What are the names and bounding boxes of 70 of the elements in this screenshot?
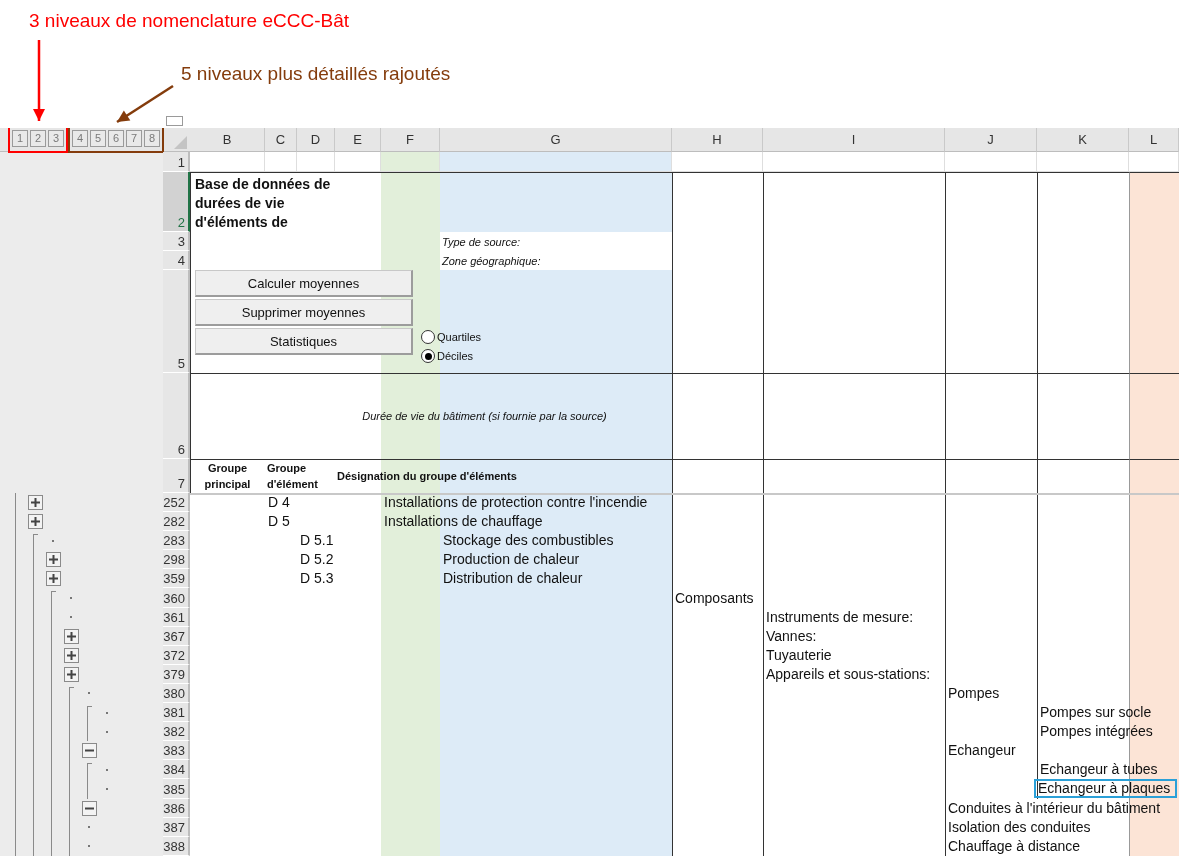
row-number[interactable]: 298 <box>163 550 190 570</box>
empty-cell <box>381 152 440 172</box>
column-title: Groupe d'élément <box>266 461 319 492</box>
table-cell-text: D 5.1 <box>299 532 334 550</box>
table-cell-text: Installations de protection contre l'incendie <box>383 494 648 512</box>
row-number[interactable]: 6 <box>163 373 190 459</box>
empty-cell <box>1129 152 1179 172</box>
table-cell-text: Production de chaleur <box>442 551 580 569</box>
plus-icon <box>66 631 76 641</box>
table-cell-text: Pompes <box>947 685 1000 702</box>
row-number[interactable]: 4 <box>163 251 190 270</box>
radio-option[interactable]: Déciles <box>421 349 474 363</box>
row-number[interactable]: 252 <box>163 493 190 513</box>
annotation-text: 5 niveaux plus détaillés rajoutés <box>181 63 451 85</box>
table-cell-text: Pompes intégrées <box>1039 723 1153 741</box>
plus-icon <box>48 555 58 565</box>
table-cell-text: Installations de chauffage <box>383 513 543 531</box>
table-cell-text: Composants <box>674 589 754 607</box>
table-cell-text: Tuyauterie <box>765 646 832 664</box>
table-cell-text: Conduites à l'intérieur du bâtiment <box>947 799 1161 817</box>
row-number[interactable]: 382 <box>163 722 190 742</box>
table-cell-text: Echangeur <box>947 742 1016 760</box>
table-cell-text: Stockage des combustibles <box>442 532 614 550</box>
annotation-text: 3 niveaux de nomenclature eCCC-Bât <box>29 10 349 32</box>
sheet-title: Base de données de durées de vie d'éléments de <box>194 175 332 232</box>
table-cell-text: Instruments de mesure: <box>765 608 914 626</box>
plus-icon <box>30 498 40 508</box>
macro-button[interactable]: Statistiques <box>195 328 413 355</box>
row-number[interactable]: 381 <box>163 703 190 723</box>
plus-icon <box>30 517 40 527</box>
table-cell-text: D 4 <box>267 494 290 512</box>
table-cell-text: D 5.3 <box>299 570 334 588</box>
column-caption: Durée de vie du bâtiment (si fournie par la source) <box>362 410 607 422</box>
table-cell-text: Pompes sur socle <box>1039 704 1152 722</box>
plus-icon <box>48 574 58 584</box>
macro-button[interactable]: Supprimer moyennes <box>195 299 413 326</box>
row-number[interactable]: 283 <box>163 531 190 551</box>
row-number[interactable]: 2 <box>163 172 190 232</box>
outline-box-icon[interactable] <box>166 116 183 126</box>
row-number[interactable]: 5 <box>163 270 190 373</box>
table-cell-text: Distribution de chaleur <box>442 570 583 588</box>
table-cell-text: Appareils et sous-stations: <box>765 665 931 683</box>
table-cell-text: D 5 <box>267 513 290 531</box>
row-number[interactable]: 385 <box>163 779 190 799</box>
row-number[interactable]: 3 <box>163 232 190 251</box>
column-title: Désignation du groupe d'éléments <box>336 468 517 484</box>
column-title: Groupe principal <box>203 461 252 492</box>
table-cell: Echangeur à plaques <box>1035 780 1177 798</box>
table-cell-text: Echangeur à tubes <box>1039 761 1158 779</box>
empty-cell <box>335 152 381 172</box>
row-number[interactable]: 1 <box>163 152 190 172</box>
arrow <box>116 84 174 124</box>
row-number[interactable]: 7 <box>163 459 190 493</box>
row-number[interactable]: 282 <box>163 512 190 532</box>
field-label: Zone géographique: <box>441 253 541 269</box>
table-cell-text: Isolation des conduites <box>947 818 1091 836</box>
plus-icon <box>66 669 76 679</box>
table-cell-text: Chauffage à distance <box>947 837 1081 855</box>
row-number[interactable]: 360 <box>163 588 190 608</box>
radio-option[interactable]: Quartiles <box>421 330 482 344</box>
empty-cell <box>265 152 297 172</box>
macro-button[interactable]: Calculer moyennes <box>195 270 413 297</box>
table-cell-text: D 5.2 <box>299 551 334 569</box>
table-cell-text: Vannes: <box>765 627 817 645</box>
row-number[interactable]: 359 <box>163 569 190 589</box>
field-label: Type de source: <box>441 234 521 250</box>
plus-icon <box>66 650 76 660</box>
empty-cell <box>297 152 335 172</box>
row-number[interactable]: 384 <box>163 760 190 780</box>
row-number[interactable]: 383 <box>163 741 190 761</box>
